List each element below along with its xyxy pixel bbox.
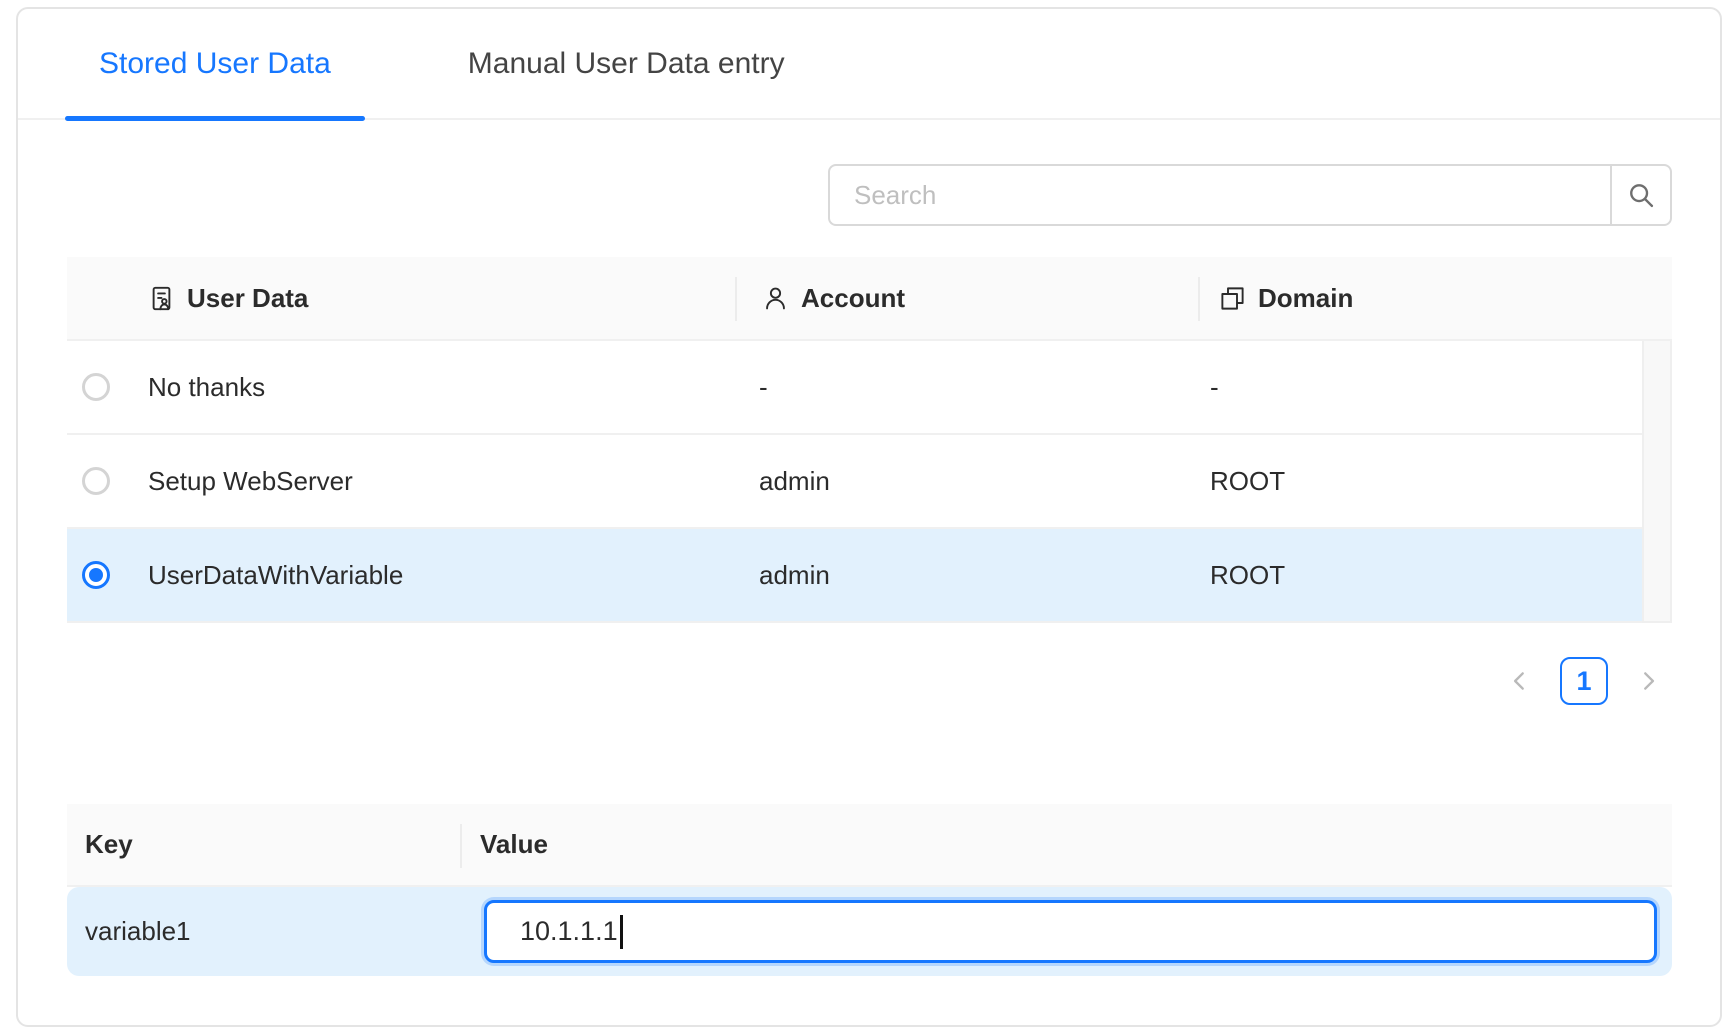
cell-domain: -: [1198, 372, 1642, 403]
tab-manual-user-data-entry[interactable]: Manual User Data entry: [434, 8, 819, 119]
domain-icon: [1219, 285, 1246, 312]
chevron-left-icon: [1507, 668, 1533, 694]
column-label: Account: [801, 283, 905, 314]
search-icon: [1626, 180, 1656, 210]
table-row-selected[interactable]: UserDataWithVariable admin ROOT: [67, 529, 1642, 623]
variable-value-input[interactable]: 10.1.1.1: [484, 900, 1657, 963]
search-row: [67, 164, 1672, 226]
search-button[interactable]: [1610, 164, 1672, 226]
radio-button[interactable]: [82, 373, 110, 401]
column-label: Value: [480, 829, 548, 860]
page-number: 1: [1576, 666, 1591, 697]
cell-account: admin: [735, 466, 1198, 497]
radio-button-checked[interactable]: [82, 561, 110, 589]
tab-label: Stored User Data: [99, 47, 331, 81]
search-group: [828, 164, 1672, 226]
text-caret: [620, 915, 623, 949]
table-body: No thanks - - Setup WebServer admin ROOT…: [67, 341, 1672, 623]
cell-user-data: UserDataWithVariable: [148, 560, 735, 591]
column-label: Domain: [1258, 283, 1353, 314]
column-header-user-data: User Data: [67, 257, 735, 339]
cell-user-data: Setup WebServer: [148, 466, 735, 497]
cell-domain: ROOT: [1198, 466, 1642, 497]
radio-button[interactable]: [82, 467, 110, 495]
tab-label: Manual User Data entry: [468, 47, 785, 81]
table-row[interactable]: Setup WebServer admin ROOT: [67, 435, 1642, 529]
table-scrollbar[interactable]: [1642, 341, 1672, 623]
tab-bar: Stored User Data Manual User Data entry: [18, 9, 1720, 120]
active-tab-indicator: [65, 116, 365, 121]
pagination: 1: [67, 657, 1672, 705]
cell-account: -: [735, 372, 1198, 403]
table-header: User Data Account: [67, 257, 1672, 341]
user-data-table: User Data Account: [67, 257, 1672, 623]
user-data-icon: [148, 285, 175, 312]
key-value-header: Key Value: [67, 804, 1672, 887]
cell-domain: ROOT: [1198, 560, 1642, 591]
variable-value-text: 10.1.1.1: [520, 916, 618, 947]
tab-stored-user-data[interactable]: Stored User Data: [65, 8, 365, 119]
stored-user-data-panel: Stored User Data Manual User Data entry: [16, 7, 1722, 1027]
key-value-row: variable1 10.1.1.1: [67, 887, 1672, 976]
pagination-page-1[interactable]: 1: [1560, 657, 1608, 705]
column-header-key: Key: [67, 829, 460, 860]
cell-account: admin: [735, 560, 1198, 591]
column-header-domain: Domain: [1198, 257, 1672, 339]
account-icon: [762, 285, 789, 312]
pagination-next-button[interactable]: [1624, 657, 1672, 705]
pagination-prev-button[interactable]: [1496, 657, 1544, 705]
key-value-table: Key Value variable1 10.1.1.1: [67, 804, 1672, 976]
column-header-account: Account: [735, 257, 1198, 339]
column-header-value: Value: [460, 804, 1672, 885]
table-row[interactable]: No thanks - -: [67, 341, 1642, 435]
column-label: User Data: [187, 283, 308, 314]
cell-user-data: No thanks: [148, 372, 735, 403]
variable-key: variable1: [67, 916, 460, 947]
search-input[interactable]: [828, 164, 1610, 226]
chevron-right-icon: [1635, 668, 1661, 694]
